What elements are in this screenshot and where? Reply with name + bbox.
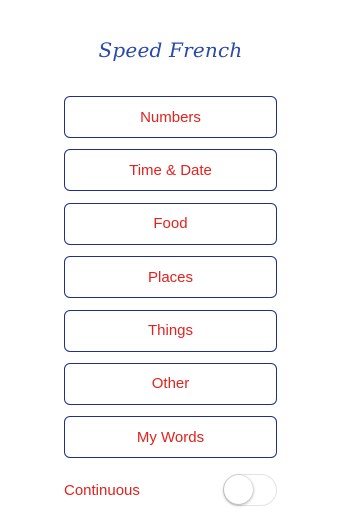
things-button[interactable]: Things [64,309,277,352]
my-words-button[interactable]: My Words [64,416,277,459]
numbers-button[interactable]: Numbers [64,96,277,138]
other-button[interactable]: Other [64,362,277,405]
category-menu: Numbers Time & Date Food Places Things O… [64,96,277,470]
time-and-date-button[interactable]: Time & Date [64,149,277,192]
toggle-knob [224,475,253,504]
continuous-setting-row: Continuous [64,474,277,506]
food-button[interactable]: Food [64,202,277,245]
places-button[interactable]: Places [64,256,277,299]
app-title: Speed French [98,38,243,62]
continuous-toggle[interactable] [223,474,277,506]
continuous-label: Continuous [64,481,140,499]
